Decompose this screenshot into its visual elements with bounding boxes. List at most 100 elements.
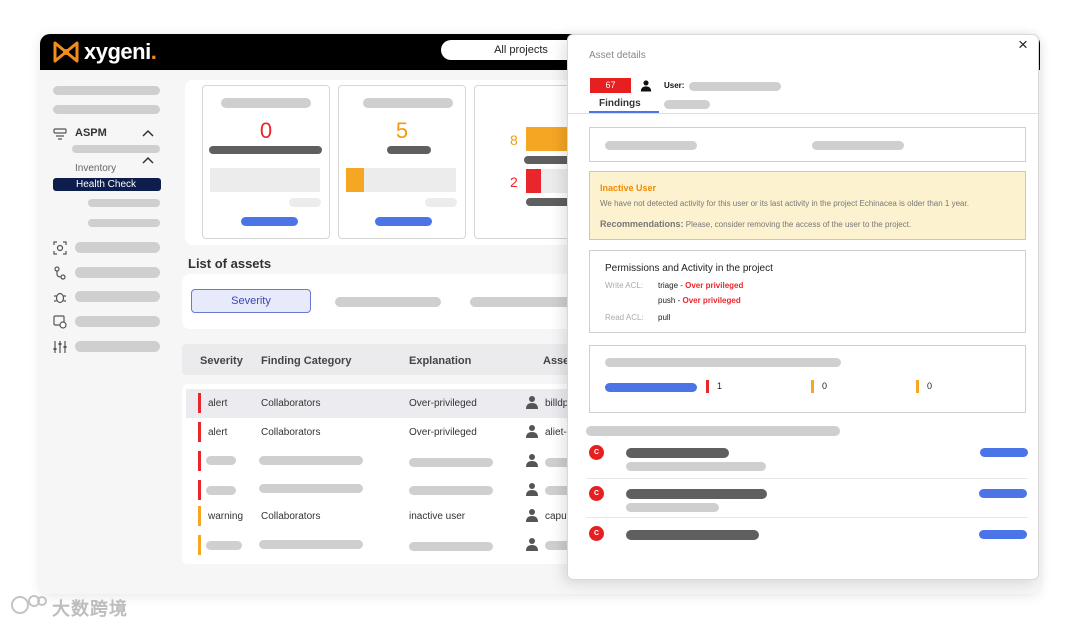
row-placeholder bbox=[409, 486, 493, 495]
sidebar-placeholder[interactable] bbox=[75, 267, 160, 278]
sidebar-placeholder[interactable] bbox=[72, 145, 160, 153]
finding-title-placeholder bbox=[626, 489, 767, 499]
sidebar-placeholder[interactable] bbox=[53, 105, 160, 114]
card-link-button[interactable] bbox=[375, 217, 432, 226]
brand-name: xygeni bbox=[84, 39, 151, 64]
sidebar-placeholder[interactable] bbox=[75, 291, 160, 302]
acl-name: push bbox=[658, 296, 676, 305]
asset-details-panel: Asset details × 67 User: Findings Inacti… bbox=[567, 34, 1039, 580]
row-asset[interactable]: billdp bbox=[545, 398, 568, 409]
findings-count-badge: 67 bbox=[590, 78, 631, 93]
card-link-button[interactable] bbox=[241, 217, 298, 226]
row-explanation: Over-privileged bbox=[409, 427, 477, 438]
user-icon bbox=[640, 80, 652, 92]
row-placeholder bbox=[259, 456, 363, 465]
severity-indicator bbox=[198, 535, 201, 555]
bar-value: 8 bbox=[510, 132, 518, 148]
finding-title-placeholder bbox=[626, 448, 729, 458]
chevron-up-icon[interactable] bbox=[142, 156, 154, 164]
assets-title: List of assets bbox=[188, 256, 272, 271]
summary-card-critical[interactable]: 0 bbox=[202, 85, 330, 239]
write-acl-item: push - Over privileged bbox=[658, 296, 741, 305]
user-icon bbox=[526, 454, 538, 467]
row-explanation: Over-privileged bbox=[409, 398, 477, 409]
tab-placeholder[interactable] bbox=[664, 100, 710, 109]
counts-link-button[interactable] bbox=[605, 383, 697, 392]
row-placeholder bbox=[259, 540, 363, 549]
counts-title-placeholder bbox=[605, 358, 841, 367]
findings-header-placeholder bbox=[586, 426, 840, 436]
recommendation-label: Recommendations: bbox=[600, 219, 684, 229]
sidebar-placeholder[interactable] bbox=[75, 341, 160, 352]
row-placeholder bbox=[206, 456, 236, 465]
finding-row[interactable]: C bbox=[586, 525, 1028, 555]
finding-row[interactable]: C bbox=[586, 484, 1028, 518]
card-placeholder bbox=[425, 198, 457, 207]
card-label-placeholder bbox=[387, 146, 431, 154]
sidebar-placeholder[interactable] bbox=[88, 219, 160, 227]
sidebar-item-health-check[interactable]: Health Check bbox=[53, 178, 161, 191]
count-value: 0 bbox=[927, 381, 933, 391]
tab-findings[interactable]: Findings bbox=[599, 98, 641, 109]
summary-card-warning[interactable]: 5 bbox=[338, 85, 466, 239]
count-value: 1 bbox=[717, 381, 723, 391]
table-row[interactable] bbox=[186, 447, 586, 476]
alert-recommendation: Recommendations: Please, consider removi… bbox=[600, 219, 911, 229]
severity-filter-button[interactable]: Severity bbox=[191, 289, 311, 313]
read-acl-item: pull bbox=[658, 313, 671, 322]
row-placeholder bbox=[409, 542, 493, 551]
watermark-logo-icon bbox=[11, 595, 47, 614]
finding-action-button[interactable] bbox=[979, 530, 1027, 539]
alert-text: We have not detected activity for this u… bbox=[600, 199, 969, 208]
column-severity[interactable]: Severity bbox=[200, 355, 243, 367]
sidebar-placeholder[interactable] bbox=[75, 242, 160, 253]
sidebar-placeholder[interactable] bbox=[53, 86, 160, 95]
write-acl-item: triage - Over privileged bbox=[658, 281, 743, 290]
read-acl-label: Read ACL: bbox=[605, 313, 644, 322]
chevron-up-icon[interactable] bbox=[142, 129, 154, 137]
row-asset[interactable]: caput bbox=[545, 511, 569, 522]
column-explanation[interactable]: Explanation bbox=[409, 355, 471, 367]
sliders-icon bbox=[53, 341, 67, 353]
brand-logo[interactable]: xygeni. bbox=[84, 39, 157, 65]
asset-info-box bbox=[589, 127, 1026, 162]
sidebar-placeholder[interactable] bbox=[88, 199, 160, 207]
close-icon[interactable]: × bbox=[1018, 35, 1028, 55]
severity-indicator bbox=[198, 480, 201, 500]
table-row[interactable]: warning Collaborators inactive user capu… bbox=[186, 502, 586, 531]
acl-status: Over privileged bbox=[685, 281, 744, 290]
scan-icon bbox=[53, 241, 67, 255]
card-title-placeholder bbox=[221, 98, 311, 108]
sidebar-placeholder[interactable] bbox=[75, 316, 160, 327]
row-severity: warning bbox=[208, 511, 244, 522]
finding-row[interactable]: C bbox=[586, 443, 1028, 479]
info-placeholder bbox=[812, 141, 904, 150]
inactive-user-alert: Inactive User We have not detected activ… bbox=[589, 171, 1026, 240]
filter-placeholder[interactable] bbox=[335, 297, 441, 307]
filter-bar: Severity bbox=[182, 274, 587, 329]
table-row[interactable] bbox=[186, 531, 586, 560]
finding-desc-placeholder bbox=[626, 462, 766, 471]
row-placeholder bbox=[206, 486, 236, 495]
user-icon bbox=[526, 483, 538, 496]
card-bar-fill bbox=[346, 168, 364, 192]
brand-dot: . bbox=[150, 39, 157, 64]
sidebar-item-inventory[interactable]: Inventory bbox=[75, 163, 116, 174]
finding-chip: C bbox=[589, 526, 604, 541]
summary-card-value: 0 bbox=[259, 118, 273, 143]
table-row[interactable] bbox=[186, 476, 586, 505]
row-severity: alert bbox=[208, 427, 228, 438]
user-label: User: bbox=[664, 81, 685, 90]
row-asset[interactable]: aliet- bbox=[545, 427, 567, 438]
table-row[interactable]: alert Collaborators Over-privileged alie… bbox=[186, 418, 586, 447]
count-indicator bbox=[916, 380, 919, 393]
count-indicator bbox=[706, 380, 709, 393]
finding-action-button[interactable] bbox=[980, 448, 1028, 457]
user-icon bbox=[526, 538, 538, 551]
column-finding-category[interactable]: Finding Category bbox=[261, 355, 351, 367]
finding-action-button[interactable] bbox=[979, 489, 1027, 498]
row-placeholder bbox=[259, 484, 363, 493]
table-row[interactable]: alert Collaborators Over-privileged bill… bbox=[186, 389, 586, 418]
recommendation-text: Please, consider removing the access of … bbox=[685, 220, 912, 229]
sidebar-section-aspm[interactable]: ASPM bbox=[75, 127, 107, 139]
